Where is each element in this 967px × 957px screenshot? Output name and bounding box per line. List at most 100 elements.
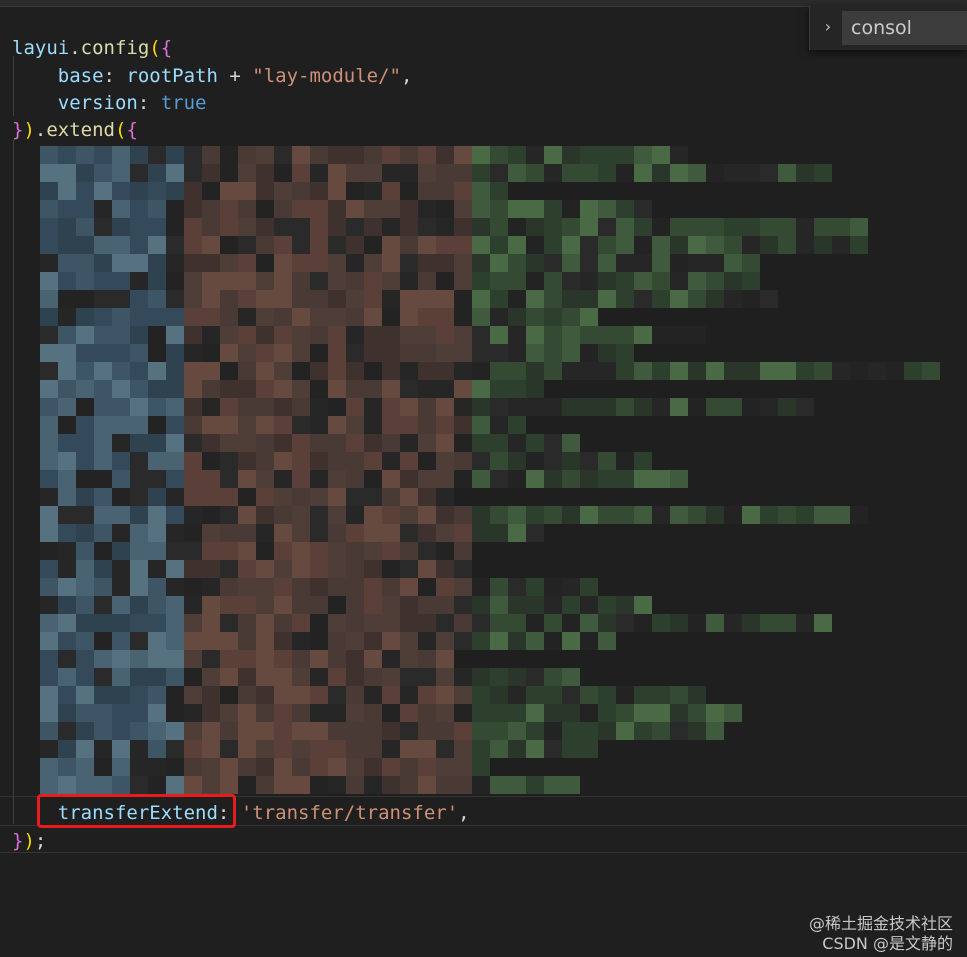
mosaic-pixel [238, 776, 256, 794]
mosaic-pixel [58, 758, 76, 776]
mosaic-pixel [562, 254, 580, 272]
mosaic-pixel [670, 470, 688, 488]
mosaic-pixel [292, 290, 310, 308]
mosaic-pixel [310, 722, 328, 740]
brace: { [160, 37, 173, 59]
mosaic-pixel [328, 146, 346, 164]
mosaic-pixel [418, 614, 436, 632]
mosaic-pixel [706, 704, 724, 722]
mosaic-pixel [490, 146, 508, 164]
mosaic-pixel [256, 254, 274, 272]
mosaic-pixel [40, 542, 58, 560]
mosaic-pixel [400, 164, 418, 182]
mosaic-pixel [76, 560, 94, 578]
mosaic-pixel [508, 776, 526, 794]
find-widget[interactable]: › [809, 6, 967, 50]
mosaic-pixel [418, 164, 436, 182]
mosaic-pixel [238, 164, 256, 182]
mosaic-pixel [148, 452, 166, 470]
mosaic-pixel [526, 236, 544, 254]
mosaic-pixel [598, 452, 616, 470]
mosaic-pixel [328, 506, 346, 524]
mosaic-pixel [472, 686, 490, 704]
mosaic-pixel [76, 200, 94, 218]
mosaic-pixel [256, 668, 274, 686]
mosaic-pixel [274, 308, 292, 326]
mosaic-pixel [166, 596, 184, 614]
mosaic-pixel [598, 236, 616, 254]
mosaic-pixel [202, 434, 220, 452]
mosaic-pixel [94, 164, 112, 182]
mosaic-pixel [598, 398, 616, 416]
mosaic-pixel [202, 596, 220, 614]
mosaic-pixel [238, 362, 256, 380]
mosaic-pixel [76, 704, 94, 722]
mosaic-pixel [472, 272, 490, 290]
mosaic-pixel [742, 398, 760, 416]
mosaic-pixel [508, 398, 526, 416]
mosaic-pixel [436, 704, 454, 722]
mosaic-pixel [256, 722, 274, 740]
mosaic-pixel [544, 668, 562, 686]
mosaic-pixel [112, 452, 130, 470]
mosaic-pixel [364, 416, 382, 434]
mosaic-pixel [508, 380, 526, 398]
mosaic-pixel [184, 506, 202, 524]
mosaic-pixel [832, 236, 850, 254]
mosaic-pixel [292, 578, 310, 596]
mosaic-pixel [364, 164, 382, 182]
mosaic-pixel [40, 776, 58, 794]
mosaic-pixel [436, 308, 454, 326]
mosaic-pixel [94, 236, 112, 254]
mosaic-pixel [94, 524, 112, 542]
mosaic-pixel [220, 776, 238, 794]
mosaic-pixel [706, 614, 724, 632]
mosaic-pixel [418, 560, 436, 578]
mosaic-pixel [148, 272, 166, 290]
mosaic-pixel [148, 434, 166, 452]
mosaic-pixel [796, 164, 814, 182]
chevron-right-icon[interactable]: › [820, 16, 836, 38]
mosaic-pixel [202, 506, 220, 524]
mosaic-pixel [670, 614, 688, 632]
mosaic-pixel [148, 524, 166, 542]
mosaic-pixel [256, 578, 274, 596]
mosaic-pixel [382, 398, 400, 416]
mosaic-pixel [634, 290, 652, 308]
mosaic-pixel [688, 254, 706, 272]
mosaic-pixel [238, 650, 256, 668]
mosaic-pixel [670, 722, 688, 740]
mosaic-pixel [274, 704, 292, 722]
mosaic-pixel [508, 740, 526, 758]
watermark-csdn: CSDN @是文静的 [822, 934, 953, 953]
mosaic-pixel [508, 290, 526, 308]
mosaic-pixel [130, 668, 148, 686]
mosaic-pixel [544, 326, 562, 344]
mosaic-pixel [490, 380, 508, 398]
mosaic-pixel [580, 326, 598, 344]
mosaic-pixel [184, 614, 202, 632]
mosaic-pixel [76, 380, 94, 398]
mosaic-pixel [220, 236, 238, 254]
mosaic-pixel [274, 524, 292, 542]
mosaic-pixel [58, 704, 76, 722]
mosaic-pixel [76, 578, 94, 596]
mosaic-pixel [526, 596, 544, 614]
mosaic-pixel [418, 632, 436, 650]
mosaic-pixel [598, 344, 616, 362]
mosaic-pixel [40, 290, 58, 308]
mosaic-pixel [166, 542, 184, 560]
mosaic-pixel [40, 578, 58, 596]
mosaic-pixel [310, 380, 328, 398]
find-input[interactable] [842, 11, 967, 45]
mosaic-pixel [256, 434, 274, 452]
mosaic-pixel [346, 398, 364, 416]
mosaic-pixel [346, 326, 364, 344]
mosaic-pixel [148, 308, 166, 326]
mosaic-pixel [436, 236, 454, 254]
mosaic-pixel [652, 236, 670, 254]
mosaic-pixel [40, 452, 58, 470]
brace: { [126, 119, 138, 141]
mosaic-pixel [58, 290, 76, 308]
mosaic-pixel [634, 272, 652, 290]
